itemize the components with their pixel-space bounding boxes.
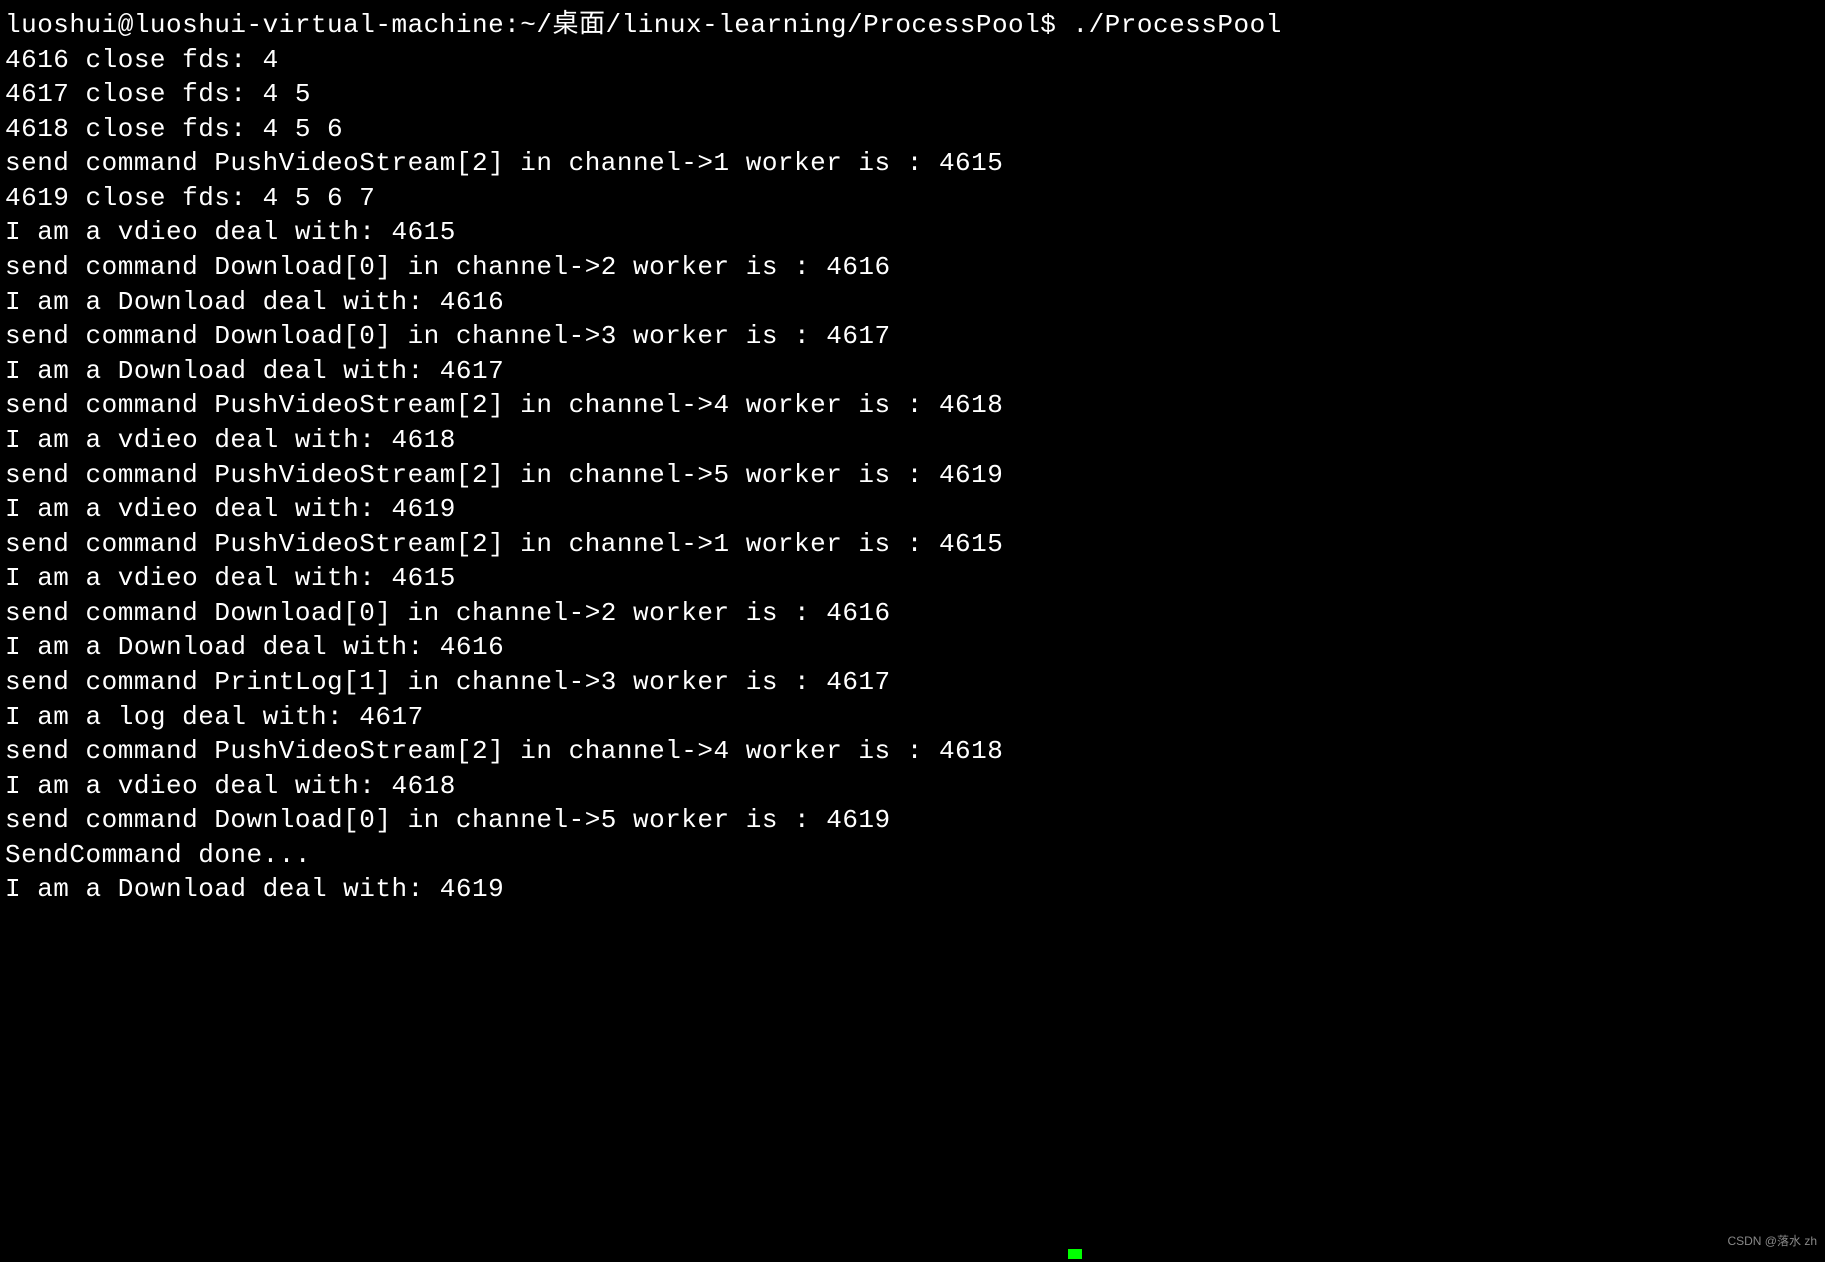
terminal-output-line: send command PushVideoStream[2] in chann… [5,146,1820,181]
terminal-output-line: 4617 close fds: 4 5 [5,77,1820,112]
terminal-output-line: SendCommand done... [5,838,1820,873]
terminal-output-line: I am a Download deal with: 4616 [5,285,1820,320]
terminal-output-line: send command Download[0] in channel->2 w… [5,596,1820,631]
terminal-output-line: send command PushVideoStream[2] in chann… [5,388,1820,423]
terminal-output-line: 4618 close fds: 4 5 6 [5,112,1820,147]
terminal-output-line: I am a vdieo deal with: 4618 [5,769,1820,804]
terminal-output-line: I am a vdieo deal with: 4618 [5,423,1820,458]
terminal-output-line: send command PrintLog[1] in channel->3 w… [5,665,1820,700]
terminal-output-line: I am a vdieo deal with: 4615 [5,561,1820,596]
terminal-output-line: I am a vdieo deal with: 4615 [5,215,1820,250]
terminal-output-line: I am a vdieo deal with: 4619 [5,492,1820,527]
terminal-output-line: send command Download[0] in channel->5 w… [5,803,1820,838]
terminal-output-line: I am a log deal with: 4617 [5,700,1820,735]
terminal-output-line: I am a Download deal with: 4619 [5,872,1820,907]
terminal-output-line: 4619 close fds: 4 5 6 7 [5,181,1820,216]
terminal-output-line: send command PushVideoStream[2] in chann… [5,734,1820,769]
terminal-prompt-line: luoshui@luoshui-virtual-machine:~/桌面/lin… [5,8,1820,43]
terminal-output-line: I am a Download deal with: 4616 [5,630,1820,665]
terminal-output[interactable]: luoshui@luoshui-virtual-machine:~/桌面/lin… [5,8,1820,907]
terminal-output-line: send command PushVideoStream[2] in chann… [5,458,1820,493]
terminal-output-line: send command PushVideoStream[2] in chann… [5,527,1820,562]
watermark-text: CSDN @落水 zh [1727,1234,1817,1250]
terminal-output-line: send command Download[0] in channel->2 w… [5,250,1820,285]
terminal-output-line: send command Download[0] in channel->3 w… [5,319,1820,354]
terminal-cursor [1068,1249,1082,1259]
terminal-output-line: I am a Download deal with: 4617 [5,354,1820,389]
terminal-output-line: 4616 close fds: 4 [5,43,1820,78]
